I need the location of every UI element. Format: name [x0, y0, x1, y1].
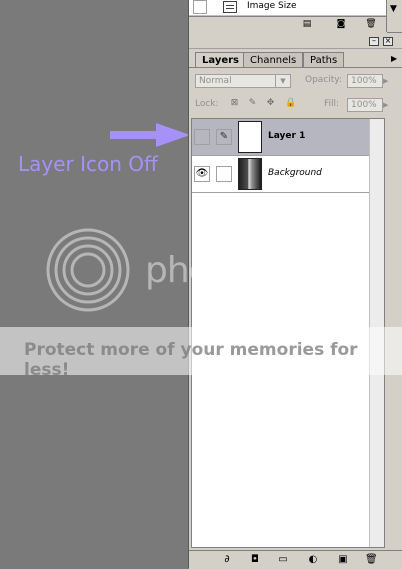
layer-row-background[interactable]: 👁 Background 🔒: [192, 156, 384, 193]
palette-menu-icon[interactable]: ▶: [391, 54, 401, 66]
delete-state-icon[interactable]: 🗑: [365, 19, 377, 30]
lock-all-icon[interactable]: 🔒: [285, 98, 296, 109]
fill-slider-arrow-icon[interactable]: ▶: [383, 98, 391, 112]
lock-transparent-pixels-icon[interactable]: ⊠: [229, 98, 240, 109]
link-layers-icon[interactable]: ∂: [221, 554, 233, 566]
photobucket-logo-watermark: [46, 228, 130, 312]
palette-title-bar[interactable]: – ×: [189, 36, 402, 49]
watermark-tagline: Protect more of your memories for less!: [24, 340, 358, 380]
layer-thumbnail: [238, 121, 262, 153]
palette-tabs: Layers Channels Paths: [195, 52, 395, 68]
link-cell[interactable]: [216, 166, 232, 182]
tab-channels[interactable]: Channels: [243, 52, 304, 67]
close-icon[interactable]: ×: [383, 37, 393, 46]
layers-bottom-toolbar: ∂ ◘ ▭ ◐ ▣ 🗑: [189, 550, 402, 569]
layers-palette: – × Layers Channels Paths ▶ Normal ▼ Opa…: [189, 36, 402, 569]
lock-image-pixels-icon[interactable]: ✎: [247, 98, 258, 109]
new-group-icon[interactable]: ▭: [277, 554, 289, 566]
lock-label: Lock:: [195, 99, 219, 109]
fill-field[interactable]: 100%: [347, 98, 383, 112]
annotation-arrow-icon: [110, 123, 190, 147]
delete-layer-icon[interactable]: 🗑: [365, 554, 378, 566]
fill-label: Fill:: [324, 99, 340, 109]
history-toolbar: ▤ ◙ 🗑: [189, 16, 387, 33]
history-item[interactable]: Image Size: [189, 0, 387, 16]
tab-divider: [189, 67, 402, 68]
tab-paths[interactable]: Paths: [303, 52, 345, 67]
blend-mode-value: Normal: [199, 76, 232, 86]
watermark-brand: photobucket: [145, 250, 360, 291]
history-snapshot-checkbox[interactable]: [193, 0, 207, 14]
image-size-icon: [223, 1, 237, 13]
new-snapshot-icon[interactable]: ◙: [335, 19, 347, 30]
new-adjustment-layer-icon[interactable]: ◐: [307, 554, 319, 566]
tab-layers[interactable]: Layers: [195, 52, 246, 68]
opacity-field[interactable]: 100%: [347, 74, 383, 88]
visibility-toggle-off[interactable]: [194, 129, 210, 145]
opacity-label: Opacity:: [305, 75, 342, 85]
layer-name: Layer 1: [268, 131, 306, 141]
new-document-from-state-icon[interactable]: ▤: [301, 19, 313, 30]
layer-row-layer-1[interactable]: ✎ Layer 1: [192, 119, 384, 156]
lock-position-icon[interactable]: ✥: [265, 98, 276, 109]
blend-opacity-row: Normal ▼ Opacity: 100% ▶: [195, 74, 395, 90]
new-layer-icon[interactable]: ▣: [337, 554, 349, 566]
eye-icon[interactable]: 👁: [194, 166, 210, 182]
lock-fill-row: Lock: ⊠ ✎ ✥ 🔒 Fill: 100% ▶: [195, 98, 395, 112]
add-mask-icon[interactable]: ◘: [249, 554, 261, 566]
layer-thumbnail: [238, 158, 262, 190]
history-scrollbar[interactable]: ▼: [386, 0, 402, 32]
history-item-label: Image Size: [247, 1, 297, 11]
blend-mode-select[interactable]: Normal ▼: [195, 74, 291, 88]
chevron-down-icon: ▼: [275, 75, 290, 87]
layer-name: Background: [268, 168, 322, 178]
scroll-down-icon[interactable]: ▼: [390, 4, 397, 14]
history-palette: Image Size ▤ ◙ 🗑 ▼: [189, 0, 402, 33]
minimize-icon[interactable]: –: [369, 37, 379, 46]
opacity-slider-arrow-icon[interactable]: ▶: [383, 74, 391, 88]
brush-icon[interactable]: ✎: [216, 129, 232, 145]
annotation-label: Layer Icon Off: [18, 152, 158, 176]
